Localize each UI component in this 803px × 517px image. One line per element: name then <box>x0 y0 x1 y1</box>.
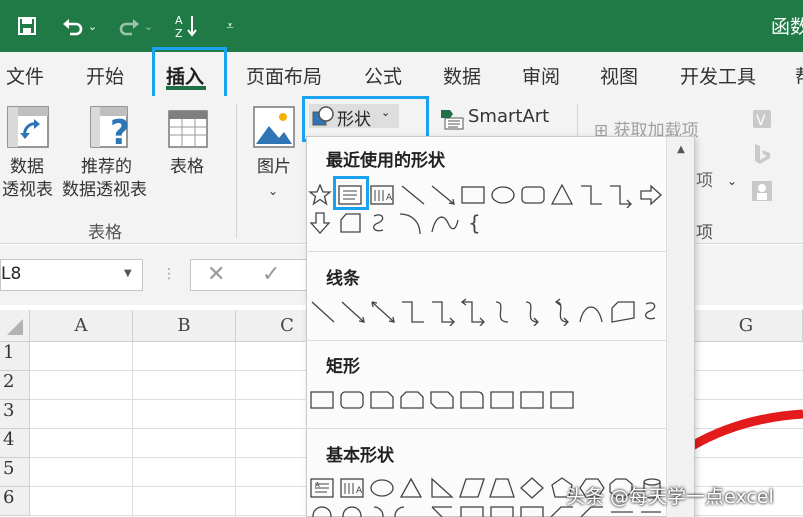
highlight-textbox-shape <box>333 176 369 210</box>
svg-text:A: A <box>356 486 363 496</box>
customize-icon: ⩡ <box>226 18 234 34</box>
gallery-scrollbar[interactable] <box>666 137 694 517</box>
enter-formula-button[interactable]: ✓ <box>262 262 280 287</box>
save-button[interactable] <box>12 0 42 52</box>
formula-bar-grip-icon: ⋮ <box>162 266 176 282</box>
tab-formulas[interactable]: 公式 <box>364 62 402 89</box>
chevron-down-icon: ⌄ <box>87 19 98 33</box>
basic-shapes-heading: 基本形状 <box>326 446 394 466</box>
tab-data[interactable]: 数据 <box>443 62 481 89</box>
shapes-lines-row[interactable] <box>308 298 664 326</box>
people-graph-icon[interactable] <box>751 180 773 206</box>
column-header-b[interactable]: B <box>133 310 236 342</box>
smartart-label[interactable]: SmartArt <box>468 106 549 128</box>
recommended-pivot-label-2: 数据透视表 <box>62 180 147 200</box>
shapes-rectangles-row[interactable] <box>308 389 578 413</box>
tab-help[interactable]: 帮 <box>795 62 803 89</box>
sort-az-icon: AZ <box>175 14 197 39</box>
group-separator <box>236 104 237 238</box>
cancel-formula-button[interactable]: ✕ <box>207 262 225 287</box>
lines-heading: 线条 <box>326 269 360 289</box>
grid-line <box>235 342 236 517</box>
save-icon <box>18 17 36 35</box>
bing-maps-icon[interactable] <box>751 142 773 170</box>
svg-text:V: V <box>756 113 766 129</box>
gallery-divider <box>306 428 666 429</box>
row-header-4[interactable]: 4 <box>0 429 30 458</box>
chevron-down-icon[interactable]: ⌄ <box>727 170 737 192</box>
gallery-divider <box>306 340 666 341</box>
name-box[interactable]: L8 <box>0 259 143 291</box>
pivot-table-icon[interactable] <box>7 106 49 154</box>
window-title: 函数 <box>771 16 803 38</box>
tab-home[interactable]: 开始 <box>86 62 124 89</box>
chevron-down-icon[interactable]: ▼ <box>124 268 132 279</box>
tab-view[interactable]: 视图 <box>600 62 638 89</box>
tables-group-label: 表格 <box>88 223 122 243</box>
addins-group-label: 项 <box>696 223 713 243</box>
svg-text:A: A <box>315 481 320 489</box>
chevron-down-icon: ⌄ <box>143 19 154 33</box>
red-arc-shape[interactable] <box>690 400 803 460</box>
scroll-up-icon[interactable]: ▲ <box>672 140 690 158</box>
rectangles-heading: 矩形 <box>326 357 360 377</box>
gallery-divider <box>306 251 666 252</box>
svg-text:Z: Z <box>175 27 183 39</box>
redo-icon <box>119 19 139 36</box>
table-icon[interactable] <box>168 110 208 152</box>
my-addins-label[interactable]: 项 <box>696 170 713 192</box>
pivot-table-label-1: 数据 <box>10 157 44 177</box>
pictures-icon[interactable] <box>253 106 295 152</box>
tab-file[interactable]: 文件 <box>6 62 44 89</box>
row-header-5[interactable]: 5 <box>0 458 30 487</box>
svg-text:{: { <box>468 211 481 235</box>
svg-text:A: A <box>386 193 393 203</box>
recent-shapes-heading: 最近使用的形状 <box>326 151 445 171</box>
visio-icon[interactable]: V <box>751 108 773 134</box>
select-all-corner[interactable] <box>0 310 30 342</box>
chevron-down-icon[interactable]: ⌄ <box>268 180 278 202</box>
customize-quick-access-button[interactable]: ⩡ <box>220 0 240 52</box>
recommended-pivot-label-1: 推荐的 <box>81 157 132 177</box>
undo-icon <box>62 19 83 36</box>
row-header-3[interactable]: 3 <box>0 400 30 429</box>
recommended-pivot-icon[interactable]: ? <box>90 106 136 156</box>
undo-button[interactable]: ⌄ <box>56 0 102 52</box>
watermark: 头条 @每天学一点excel <box>566 486 774 508</box>
table-label: 表格 <box>170 157 204 177</box>
column-header-g[interactable]: G <box>690 310 803 342</box>
sort-button[interactable]: AZ <box>172 0 202 52</box>
pictures-label: 图片 <box>257 157 291 177</box>
shapes-recent-row-2[interactable]: { <box>308 210 488 236</box>
tab-page-layout[interactable]: 页面布局 <box>246 62 322 89</box>
grid-line <box>132 342 133 517</box>
pivot-table-label-2: 透视表 <box>2 180 53 200</box>
select-all-triangle-icon <box>7 319 23 335</box>
smartart-icon[interactable] <box>440 108 466 134</box>
svg-text:?: ? <box>110 113 130 152</box>
column-header-a[interactable]: A <box>30 310 133 342</box>
redo-button[interactable]: ⌄ <box>112 0 158 52</box>
row-header-6[interactable]: 6 <box>0 487 30 516</box>
row-header-1[interactable]: 1 <box>0 342 30 371</box>
row-header-2[interactable]: 2 <box>0 371 30 400</box>
tab-developer[interactable]: 开发工具 <box>680 62 756 89</box>
tab-review[interactable]: 审阅 <box>522 62 560 89</box>
svg-text:A: A <box>175 14 183 27</box>
